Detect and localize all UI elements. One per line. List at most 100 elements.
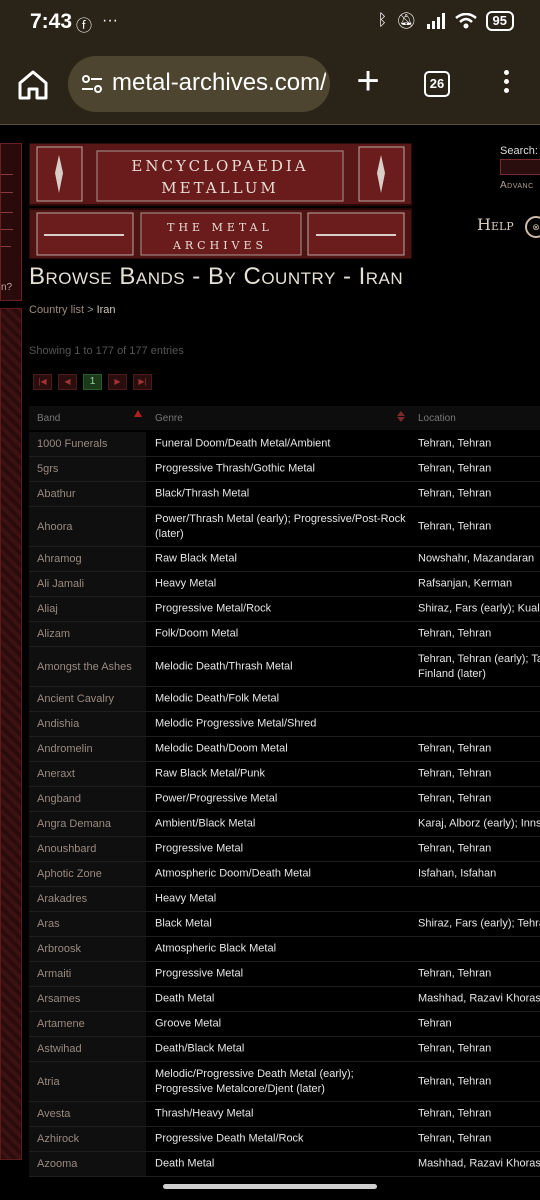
band-cell: Ahramog [29,547,146,571]
band-link[interactable]: Andishia [37,718,79,730]
band-link[interactable]: Amongst the Ashes [37,661,132,673]
address-bar[interactable]: metal-archives.com/ [68,56,330,112]
sort-asc-icon[interactable] [134,410,142,417]
band-link[interactable]: Azooma [37,1158,77,1170]
location-cell: Tehran, Tehran [418,487,492,500]
close-icon[interactable]: ⊗ [525,216,540,238]
signal-icon [426,13,445,29]
band-link[interactable]: 1000 Funerals [37,438,107,450]
band-link[interactable]: Alizam [37,628,70,640]
band-link[interactable]: 5grs [37,463,58,475]
left-side-panel: n? [0,143,22,301]
genre-cell: Melodic Death/Thrash Metal [155,660,293,672]
band-link[interactable]: Arakadres [37,893,87,905]
column-header-location[interactable]: Location [418,413,456,424]
band-link[interactable]: Abathur [37,488,76,500]
band-link[interactable]: Angband [37,793,81,805]
band-link[interactable]: Aliaj [37,603,58,615]
table-row: Arbroosk Atmospheric Black Metal [29,937,540,962]
search-input[interactable] [500,159,540,175]
location-cell: Tehran, Tehran [418,767,492,780]
bands-table-body: 1000 Funerals Funeral Doom/Death Metal/Am… [29,432,540,1177]
current-page-button[interactable]: 1 [83,374,102,390]
band-link[interactable]: Astwihad [37,1043,82,1055]
band-link[interactable]: Anoushbard [37,843,96,855]
location-cell: Isfahan, Isfahan [418,867,497,880]
band-link[interactable]: Atria [37,1076,60,1088]
band-link[interactable]: Armaiti [37,968,71,980]
genre-cell: Melodic Death/Folk Metal [155,692,280,705]
logo-line3: THE METAL [167,221,273,234]
entries-info: Showing 1 to 177 of 177 entries [29,345,184,357]
band-link[interactable]: Andromelin [37,743,93,755]
band-cell: Atria [29,1062,146,1101]
genre-cell: Death Metal [155,992,215,1005]
band-cell: Arbroosk [29,937,146,961]
first-page-button[interactable]: |◀ [33,374,52,390]
band-link[interactable]: Artamene [37,1018,85,1030]
column-header-genre[interactable]: Genre [155,413,183,424]
table-row: Armaiti Progressive Metal Tehran, Tehran [29,962,540,987]
band-link[interactable]: Ali Jamali [37,578,84,590]
breadcrumb-country-list[interactable]: Country list [29,304,84,316]
location-cell: Tehran, Tehran [418,742,492,755]
bluetooth-icon: ᛒ [377,12,388,29]
table-row: Ahoora Power/Thrash Metal (early); Progre… [29,507,540,547]
band-link[interactable]: Ancient Cavalry [37,693,114,705]
band-cell: Armaiti [29,962,146,986]
encyclopaedia-metallum-logo[interactable]: ENCYCLOPAEDIA METALLUM THE METAL ARCHIVE… [29,143,412,259]
last-page-button[interactable]: ▶| [133,374,152,390]
band-cell: Ancient Cavalry [29,687,146,711]
next-page-button[interactable]: ▶ [108,374,127,390]
band-link[interactable]: Azhirock [37,1133,79,1145]
band-link[interactable]: Aras [37,918,60,930]
band-cell: Alizam [29,622,146,646]
table-row: Aphotic Zone Atmospheric Doom/Death Metal… [29,862,540,887]
table-row: Ancient Cavalry Melodic Death/Folk Metal [29,687,540,712]
location-cell: Mashhad, Razavi Khorasan [418,1157,540,1170]
browser-menu-icon[interactable] [496,66,516,102]
band-cell: Amongst the Ashes [29,647,146,686]
band-link[interactable]: Aneraxt [37,768,75,780]
home-icon[interactable] [14,66,52,104]
new-tab-icon[interactable]: + [350,61,386,101]
band-cell: Artamene [29,1012,146,1036]
location-cell: Tehran, Tehran [418,627,492,640]
site-settings-icon[interactable] [80,72,104,96]
table-row: Amongst the Ashes Melodic Death/Thrash Me… [29,647,540,687]
genre-cell: Melodic/Progressive Death Metal (early);… [155,1067,354,1095]
table-row: Artamene Groove Metal Tehran [29,1012,540,1037]
location-cell: Tehran, Tehran [418,792,492,805]
previous-page-button[interactable]: ◀ [58,374,77,390]
table-row: Arakadres Heavy Metal [29,887,540,912]
advanced-search-link[interactable]: Advanc [500,180,534,191]
band-cell: Angband [29,787,146,811]
logo-line2: METALLUM [161,179,278,197]
location-cell: Tehran, Tehran (early); Tam Finland (lat… [418,652,540,680]
location-cell: Tehran, Tehran [418,1132,492,1145]
band-link[interactable]: Avesta [37,1108,70,1120]
band-link[interactable]: Arsames [37,993,80,1005]
sort-icon[interactable] [397,411,405,422]
gesture-bar[interactable] [163,1184,377,1189]
breadcrumb: Country list > Iran [29,304,116,316]
location-cell: Tehran, Tehran [418,1042,492,1055]
tab-switcher-button[interactable]: 26 [424,71,450,97]
help-link[interactable]: Help [477,215,514,234]
band-cell: Aras [29,912,146,936]
band-link[interactable]: Ahramog [37,553,82,565]
band-cell: Ali Jamali [29,572,146,596]
page-title: Browse Bands - By Country - Iran [29,263,404,290]
genre-cell: Progressive Metal [155,967,244,980]
column-header-band[interactable]: Band [37,413,60,424]
band-link[interactable]: Ahoora [37,521,72,533]
band-link[interactable]: Aphotic Zone [37,868,102,880]
band-cell: Avesta [29,1102,146,1126]
band-link[interactable]: Angra Demana [37,818,111,830]
table-row: Avesta Thrash/Heavy Metal Tehran, Tehran [29,1102,540,1127]
battery-indicator: 95 [485,11,514,31]
left-panel-text: n? [1,282,13,293]
genre-cell: Thrash/Heavy Metal [155,1107,254,1120]
url-text[interactable]: metal-archives.com/ [112,69,326,97]
band-link[interactable]: Arbroosk [37,943,81,955]
